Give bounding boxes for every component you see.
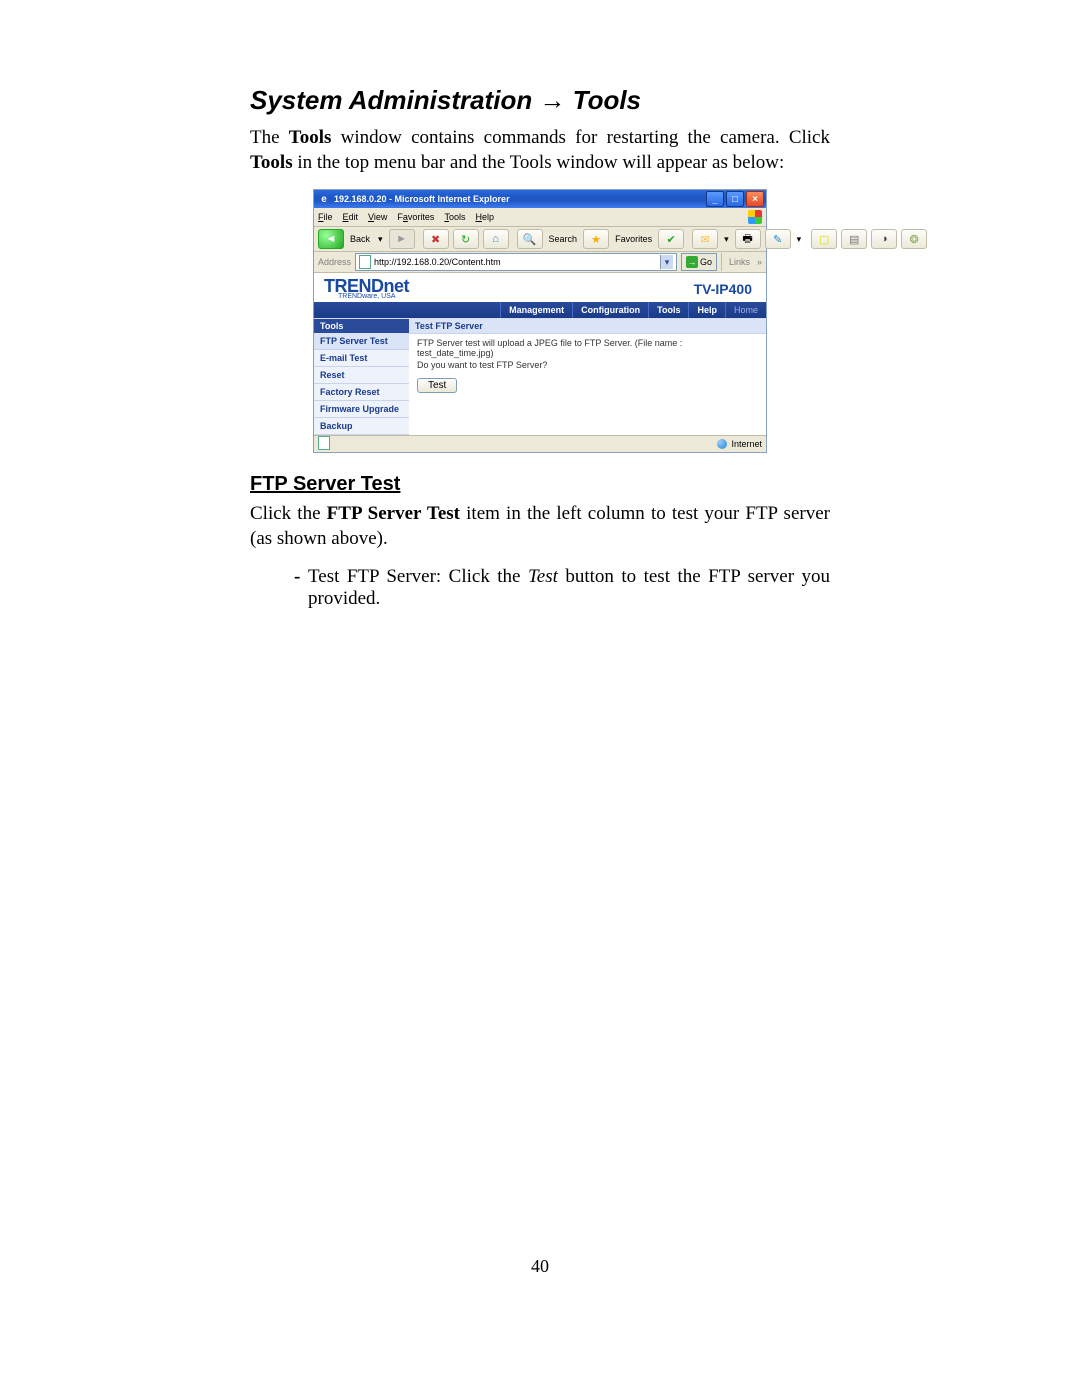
go-label: Go <box>700 257 712 267</box>
panel-body: FTP Server test will upload a JPEG file … <box>409 334 766 403</box>
text: The <box>250 127 289 148</box>
favorites-label: Favorites <box>615 234 652 244</box>
go-arrow-icon: → <box>686 256 698 268</box>
dropdown-icon[interactable]: ▾ <box>797 234 802 245</box>
window-titlebar: e 192.168.0.20 - Microsoft Internet Expl… <box>314 190 766 208</box>
bullet-item: - Test FTP Server: Click the Test button… <box>294 566 830 610</box>
status-zone: Internet <box>731 439 762 449</box>
toolbar-icon[interactable]: ▤ <box>841 229 867 249</box>
back-button[interactable]: ◄ <box>318 229 344 249</box>
address-label: Address <box>318 257 351 267</box>
window-title: 192.168.0.20 - Microsoft Internet Explor… <box>334 194 706 204</box>
search-label: Search <box>549 234 578 244</box>
model-label: TV-IP400 <box>694 281 752 297</box>
tab-help[interactable]: Help <box>688 302 725 318</box>
ftp-paragraph: Click the FTP Server Test item in the le… <box>250 502 830 551</box>
ie-window: e 192.168.0.20 - Microsoft Internet Expl… <box>313 189 767 453</box>
status-bar: Internet <box>314 435 766 452</box>
text: in the top menu bar and the Tools window… <box>293 152 785 173</box>
document-page: System Administration → Tools The Tools … <box>0 0 1080 1397</box>
search-button[interactable]: 🔍 <box>517 229 543 249</box>
text-italic: Test <box>528 566 558 587</box>
maximize-button[interactable]: □ <box>726 191 744 207</box>
media-button[interactable]: ✔ <box>658 229 684 249</box>
web-page: TRENDnet TRENDware, USA TV-IP400 Managem… <box>314 273 766 435</box>
separator <box>721 253 722 271</box>
status-left <box>318 436 332 452</box>
brand-logo: TRENDnet TRENDware, USA <box>324 277 409 300</box>
address-field[interactable]: http://192.168.0.20/Content.htm ▾ <box>355 253 677 271</box>
page-number: 40 <box>0 1256 1080 1277</box>
text: window contains commands for restarting … <box>331 127 830 148</box>
subsection-title: FTP Server Test <box>250 473 830 496</box>
toolbar: ◄ Back ▾ ► ✖ ↻ ⌂ 🔍 Search ★ Favorites ✔ … <box>314 227 766 252</box>
menu-help[interactable]: Help <box>475 212 494 222</box>
panel-text-1: FTP Server test will upload a JPEG file … <box>417 338 758 358</box>
close-button[interactable]: × <box>746 191 764 207</box>
main-panel: Test FTP Server FTP Server test will upl… <box>409 319 766 403</box>
sidebar-item-email-test[interactable]: E-mail Test <box>314 350 409 367</box>
toolbar-icon[interactable]: ❂ <box>901 229 927 249</box>
menu-favorites[interactable]: Favorites <box>397 212 434 222</box>
panel-header: Test FTP Server <box>409 319 766 334</box>
section-title: System Administration → Tools <box>250 85 830 116</box>
camera-body: Tools FTP Server Test E-mail Test Reset … <box>314 318 766 435</box>
tab-tools[interactable]: Tools <box>648 302 688 318</box>
toolbar-icon[interactable]: ▢ <box>811 229 837 249</box>
text: Click the <box>441 566 528 587</box>
sidebar-item-firmware-upgrade[interactable]: Firmware Upgrade <box>314 401 409 418</box>
text-bold: FTP Server Test <box>327 503 460 524</box>
dropdown-icon[interactable]: ▾ <box>724 234 729 245</box>
minimize-button[interactable]: _ <box>706 191 724 207</box>
page-icon <box>359 255 371 269</box>
address-bar: Address http://192.168.0.20/Content.htm … <box>314 252 766 273</box>
sidebar-item-ftp-server-test[interactable]: FTP Server Test <box>314 333 409 350</box>
ie-icon: e <box>318 193 330 205</box>
brand-bar: TRENDnet TRENDware, USA TV-IP400 <box>314 273 766 302</box>
forward-button[interactable]: ► <box>389 229 415 249</box>
sidebar-item-backup[interactable]: Backup <box>314 418 409 435</box>
links-label[interactable]: Links <box>726 257 753 267</box>
sidebar-item-factory-reset[interactable]: Factory Reset <box>314 384 409 401</box>
history-button[interactable]: ✉ <box>692 229 718 249</box>
internet-zone-icon <box>717 439 727 449</box>
address-dropdown[interactable]: ▾ <box>660 255 673 269</box>
edit-button[interactable]: ✎ <box>765 229 791 249</box>
bullet-dash: - <box>294 566 308 610</box>
back-dropdown[interactable]: ▾ <box>378 234 383 245</box>
tab-home[interactable]: Home <box>725 302 766 318</box>
tab-configuration[interactable]: Configuration <box>572 302 648 318</box>
sidebar-item-reset[interactable]: Reset <box>314 367 409 384</box>
intro-paragraph: The Tools window contains commands for r… <box>250 126 830 175</box>
menu-file[interactable]: File <box>318 212 333 222</box>
text-bold: Tools <box>250 152 293 173</box>
menu-bar: File Edit View Favorites Tools Help <box>314 208 766 227</box>
windows-flag-icon <box>748 210 762 224</box>
bullet-text: Test FTP Server: Click the Test button t… <box>308 566 830 610</box>
back-label: Back <box>350 234 370 244</box>
menu-tools[interactable]: Tools <box>444 212 465 222</box>
address-value: http://192.168.0.20/Content.htm <box>374 257 501 267</box>
refresh-button[interactable]: ↻ <box>453 229 479 249</box>
text-bold: Tools <box>289 127 332 148</box>
test-button[interactable]: Test <box>417 378 457 393</box>
sidebar-header: Tools <box>314 319 409 333</box>
menu-view[interactable]: View <box>368 212 387 222</box>
text: Click the <box>250 503 327 524</box>
tab-management[interactable]: Management <box>500 302 572 318</box>
panel-text-2: Do you want to test FTP Server? <box>417 360 758 370</box>
favorites-button[interactable]: ★ <box>583 229 609 249</box>
home-button[interactable]: ⌂ <box>483 229 509 249</box>
go-button[interactable]: → Go <box>681 253 717 271</box>
nav-tabs: Management Configuration Tools Help Home <box>314 302 766 318</box>
menu-edit[interactable]: Edit <box>343 212 359 222</box>
text-bold: Test FTP Server: <box>308 566 441 587</box>
print-button[interactable]: 🖶 <box>735 229 761 249</box>
tools-sidebar: Tools FTP Server Test E-mail Test Reset … <box>314 319 409 435</box>
toolbar-icon[interactable]: ◑ <box>871 229 897 249</box>
links-chevron[interactable]: » <box>757 257 762 267</box>
stop-button[interactable]: ✖ <box>423 229 449 249</box>
